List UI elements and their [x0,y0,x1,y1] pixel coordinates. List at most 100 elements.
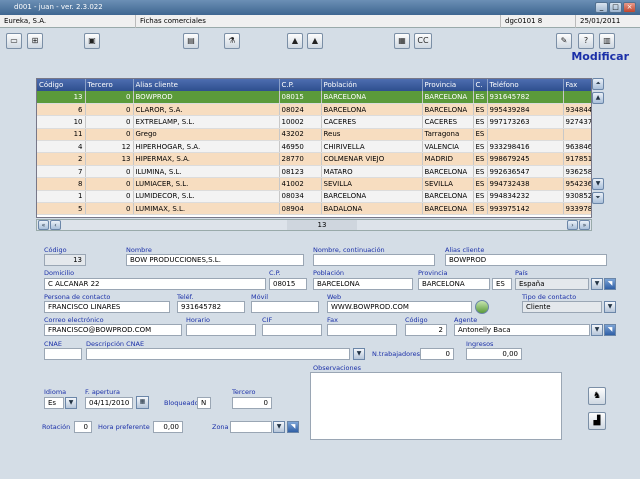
open-folder-icon[interactable]: ▭ [6,33,22,49]
stats-icon[interactable]: ▟ [588,412,606,430]
codigo-agente-field[interactable]: 2 [405,324,447,336]
apertura-field[interactable]: 04/11/2010 [85,397,133,409]
table-cell [563,128,591,142]
tipo-contacto-label: Tipo de contacto [522,293,577,301]
page-last-icon[interactable]: » [579,220,590,230]
save-icon[interactable]: ▣ [84,33,100,49]
scroll-down-icon[interactable]: ▼ [592,178,604,190]
table-cell: BOWPROD [133,91,280,104]
fax-field[interactable] [327,324,397,336]
agente-dropdown-icon[interactable]: ▼ [591,324,603,336]
zona-field[interactable] [230,421,272,433]
microscope-icon[interactable]: ⚗ [224,33,240,49]
table-row[interactable]: 7 0 ILUMINA, S.L. 08123 MATARO BARCELONA ES 992… [37,165,591,179]
contacto-field[interactable]: FRANCISCO LINARES [44,301,170,313]
cif-field[interactable] [262,324,322,336]
domicilio-field[interactable]: C ALCANAR 22 [44,278,266,290]
grid-column-header[interactable]: Población [321,79,423,91]
cnae-dropdown-icon[interactable]: ▼ [353,348,365,360]
grid-column-header[interactable]: C.P. [279,79,322,91]
web-open-icon[interactable] [475,300,489,314]
calendar-icon[interactable]: ▤ [183,33,199,49]
table-row[interactable]: 1 0 LUMIDECOR, S.L. 08034 BARCELONA BARCELONA… [37,190,591,204]
idioma-dropdown-icon[interactable]: ▼ [65,397,77,409]
grid-column-header[interactable]: Fax [563,79,591,91]
agente-search-icon[interactable]: ◥ [604,324,616,336]
chart-icon[interactable]: ▲ [307,33,323,49]
pais-dropdown-icon[interactable]: ▼ [591,278,603,290]
hora-pref-field[interactable]: 0,00 [153,421,183,433]
grid-vertical-scrollbar[interactable]: ⏶ ▲ ▼ ⏷ [592,78,604,218]
grid-column-header[interactable]: Alias cliente [133,79,280,91]
calendar-picker-icon[interactable]: ▦ [136,396,149,409]
agente-field[interactable]: Antonelly Baca [454,324,590,336]
help-icon[interactable]: ? [578,33,594,49]
maximize-button[interactable]: □ [609,2,622,13]
zona-search-icon[interactable]: ◥ [287,421,299,433]
nombre-cont-field[interactable] [313,254,435,266]
zona-dropdown-icon[interactable]: ▼ [273,421,285,433]
idioma-field[interactable]: Es [44,397,64,409]
cnae-field[interactable] [44,348,82,360]
report-icon[interactable]: ▲ [287,33,303,49]
bloqueado-field[interactable]: N [197,397,211,409]
alias-field[interactable]: BOWPROD [445,254,607,266]
table-cell: 08015 [279,91,322,104]
nombre-field[interactable]: BOW PRODUCCIONES,S.L. [126,254,304,266]
movil-field[interactable] [251,301,319,313]
correo-field[interactable]: FRANCISCO@BOWPROD.COM [44,324,182,336]
page-next-icon[interactable]: › [567,220,578,230]
grid-column-header[interactable]: Provincia [422,79,474,91]
minimize-button[interactable]: _ [595,2,608,13]
page-first-icon[interactable]: « [38,220,49,230]
ingresos-field[interactable]: 0,00 [466,348,522,360]
table-row[interactable]: 5 0 LUMIMAX, S.L. 08904 BADALONA BARCELONA ES 9… [37,202,591,216]
provincia-field[interactable]: BARCELONA [418,278,490,290]
close-button[interactable]: × [623,2,636,13]
scroll-first-icon[interactable]: ⏶ [592,78,604,90]
scroll-last-icon[interactable]: ⏷ [592,192,604,204]
table-cell: 1 [37,190,86,204]
document-icon[interactable]: ▦ [394,33,410,49]
observaciones-field[interactable] [310,372,562,440]
pais-field[interactable]: España [515,278,589,290]
status-module: Fichas comerciales [135,15,206,28]
web-field[interactable]: WWW.BOWPROD.COM [327,301,472,313]
tree-icon[interactable]: ⊞ [27,33,43,49]
table-row[interactable]: 13 0 BOWPROD 08015 BARCELONA BARCELONA ES 93164… [37,91,591,104]
tercero-field[interactable]: 0 [232,397,272,409]
table-row[interactable]: 2 13 HIPERMAX, S.A. 28770 COLMENAR VIEJO MADR… [37,152,591,166]
table-row[interactable]: 6 0 CLAROR, S.A. 08024 BARCELONA BARCELONA ES 9… [37,103,591,117]
contact-person-icon[interactable]: ♞ [588,387,606,405]
table-row[interactable]: 10 0 EXTRELAMP, S.L. 10002 CACERES CACERES ES 9… [37,115,591,129]
tercero-label: Tercero [232,388,256,396]
cc-button[interactable]: CC [414,33,432,49]
pais-code-field[interactable]: ES [492,278,512,290]
page-prev-icon[interactable]: ‹ [50,220,61,230]
tipo-contacto-field[interactable]: Cliente [522,301,602,313]
horario-field[interactable] [186,324,256,336]
grid-column-header[interactable]: C. [473,79,488,91]
grid-column-header[interactable]: Tercero [85,79,134,91]
table-row[interactable]: 8 0 LUMIACER, S.L. 41002 SEVILLA SEVILLA ES 994… [37,177,591,191]
poblacion-field[interactable]: BARCELONA [313,278,413,290]
cp-field[interactable]: 08015 [269,278,307,290]
telef-field[interactable]: 931645782 [177,301,245,313]
grid-column-header[interactable]: Código [37,79,86,91]
provincia-label: Provincia [418,269,448,277]
cnae-label: CNAE [44,340,62,348]
pais-search-icon[interactable]: ◥ [604,278,616,290]
tipo-contacto-dropdown-icon[interactable]: ▼ [604,301,616,313]
exit-icon[interactable]: ▥ [599,33,615,49]
codigo-field[interactable]: 13 [44,254,86,266]
desc-cnae-field[interactable] [86,348,350,360]
table-row[interactable]: 4 12 HIPERHOGAR, S.A. 46950 CHIRIVELLA VALENC… [37,140,591,154]
grid-column-header[interactable]: Teléfono [487,79,564,91]
rotacion-field[interactable]: 0 [74,421,92,433]
clients-grid[interactable]: Código Tercero Alias cliente C.P. Población P… [36,78,592,218]
table-row[interactable]: 11 0 Grego 43202 Reus Tarragona ES [37,128,591,142]
scroll-up-icon[interactable]: ▲ [592,92,604,104]
horario-label: Horario [186,316,210,324]
trabajadores-field[interactable]: 0 [420,348,454,360]
edit-icon[interactable]: ✎ [556,33,572,49]
